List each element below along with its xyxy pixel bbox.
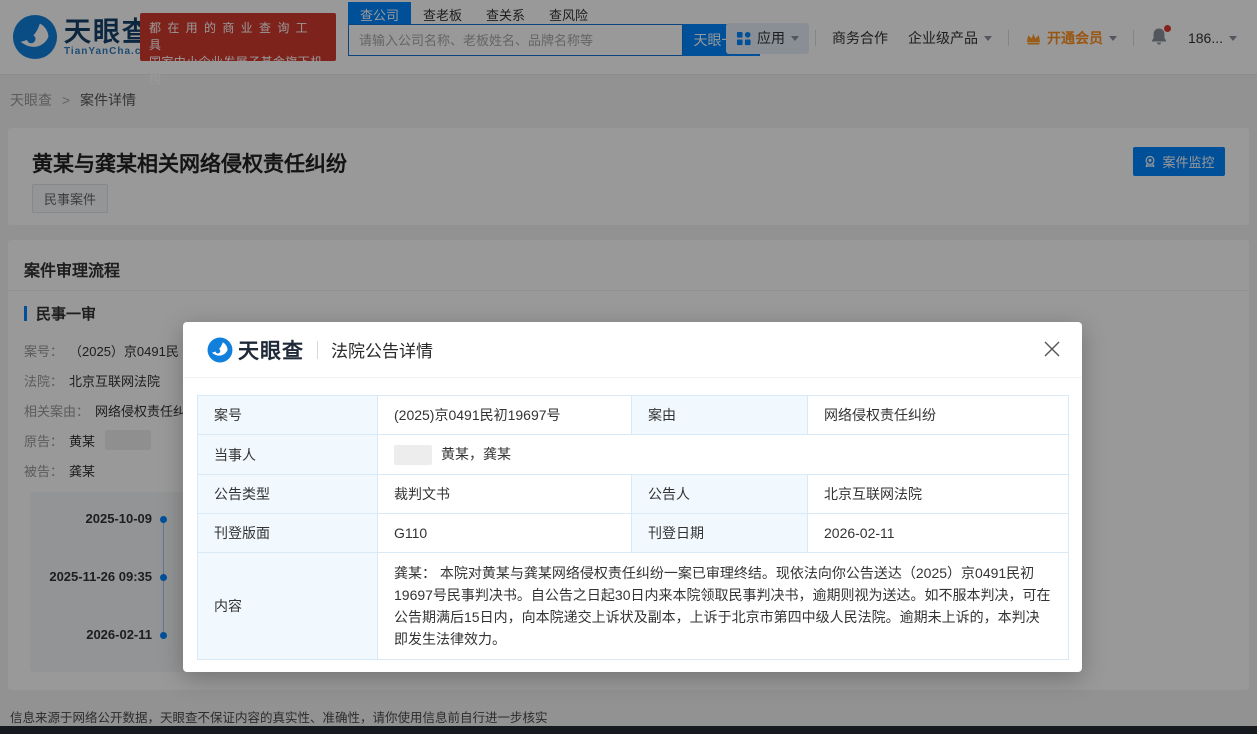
cell-label: 内容: [198, 553, 378, 660]
modal-title: 法院公告详情: [331, 337, 433, 362]
table-row: 案号 (2025)京0491民初19697号 案由 网络侵权责任纠纷: [198, 396, 1069, 435]
modal-brand-logo: 天眼查: [207, 335, 304, 365]
cell-value: 黄某，龚某: [378, 435, 1069, 475]
cell-value: (2025)京0491民初19697号: [378, 396, 632, 435]
cell-label: 案号: [198, 396, 378, 435]
table-row: 内容 龚某： 本院对黄某与龚某网络侵权责任纠纷一案已审理终结。现依法向你公告送达…: [198, 553, 1069, 660]
page: 天眼查 TianYanCha.com 都 在 用 的 商 业 查 询 工 具 国…: [0, 0, 1257, 734]
cell-value: G110: [378, 514, 632, 553]
table-row: 刊登版面 G110 刊登日期 2026-02-11: [198, 514, 1069, 553]
cell-label: 刊登日期: [632, 514, 808, 553]
cell-value: 北京互联网法院: [808, 475, 1069, 514]
close-icon: [1043, 340, 1061, 358]
modal-close-button[interactable]: [1042, 340, 1062, 360]
court-announcement-modal: 天眼查 法院公告详情 案号 (2025)京0491民初19697号 案由 网络侵…: [183, 322, 1082, 672]
announcement-table: 案号 (2025)京0491民初19697号 案由 网络侵权责任纠纷 当事人 黄…: [197, 395, 1069, 660]
cell-label: 案由: [632, 396, 808, 435]
modal-brand-name: 天眼查: [238, 335, 304, 365]
cell-label: 当事人: [198, 435, 378, 475]
announcement-content: 龚某： 本院对黄某与龚某网络侵权责任纠纷一案已审理终结。现依法向你公告送达（20…: [378, 553, 1069, 660]
cell-label: 公告人: [632, 475, 808, 514]
cell-value: 网络侵权责任纠纷: [808, 396, 1069, 435]
modal-header-divider: [317, 341, 318, 359]
parties-value: 黄某，龚某: [441, 446, 511, 462]
table-row: 公告类型 裁判文书 公告人 北京互联网法院: [198, 475, 1069, 514]
tianyancha-eye-icon: [207, 337, 233, 363]
redacted-block: [394, 445, 432, 465]
cell-label: 公告类型: [198, 475, 378, 514]
cell-value: 2026-02-11: [808, 514, 1069, 553]
cell-value: 裁判文书: [378, 475, 632, 514]
cell-label: 刊登版面: [198, 514, 378, 553]
modal-header: 天眼查 法院公告详情: [183, 322, 1082, 378]
table-row: 当事人 黄某，龚某: [198, 435, 1069, 475]
